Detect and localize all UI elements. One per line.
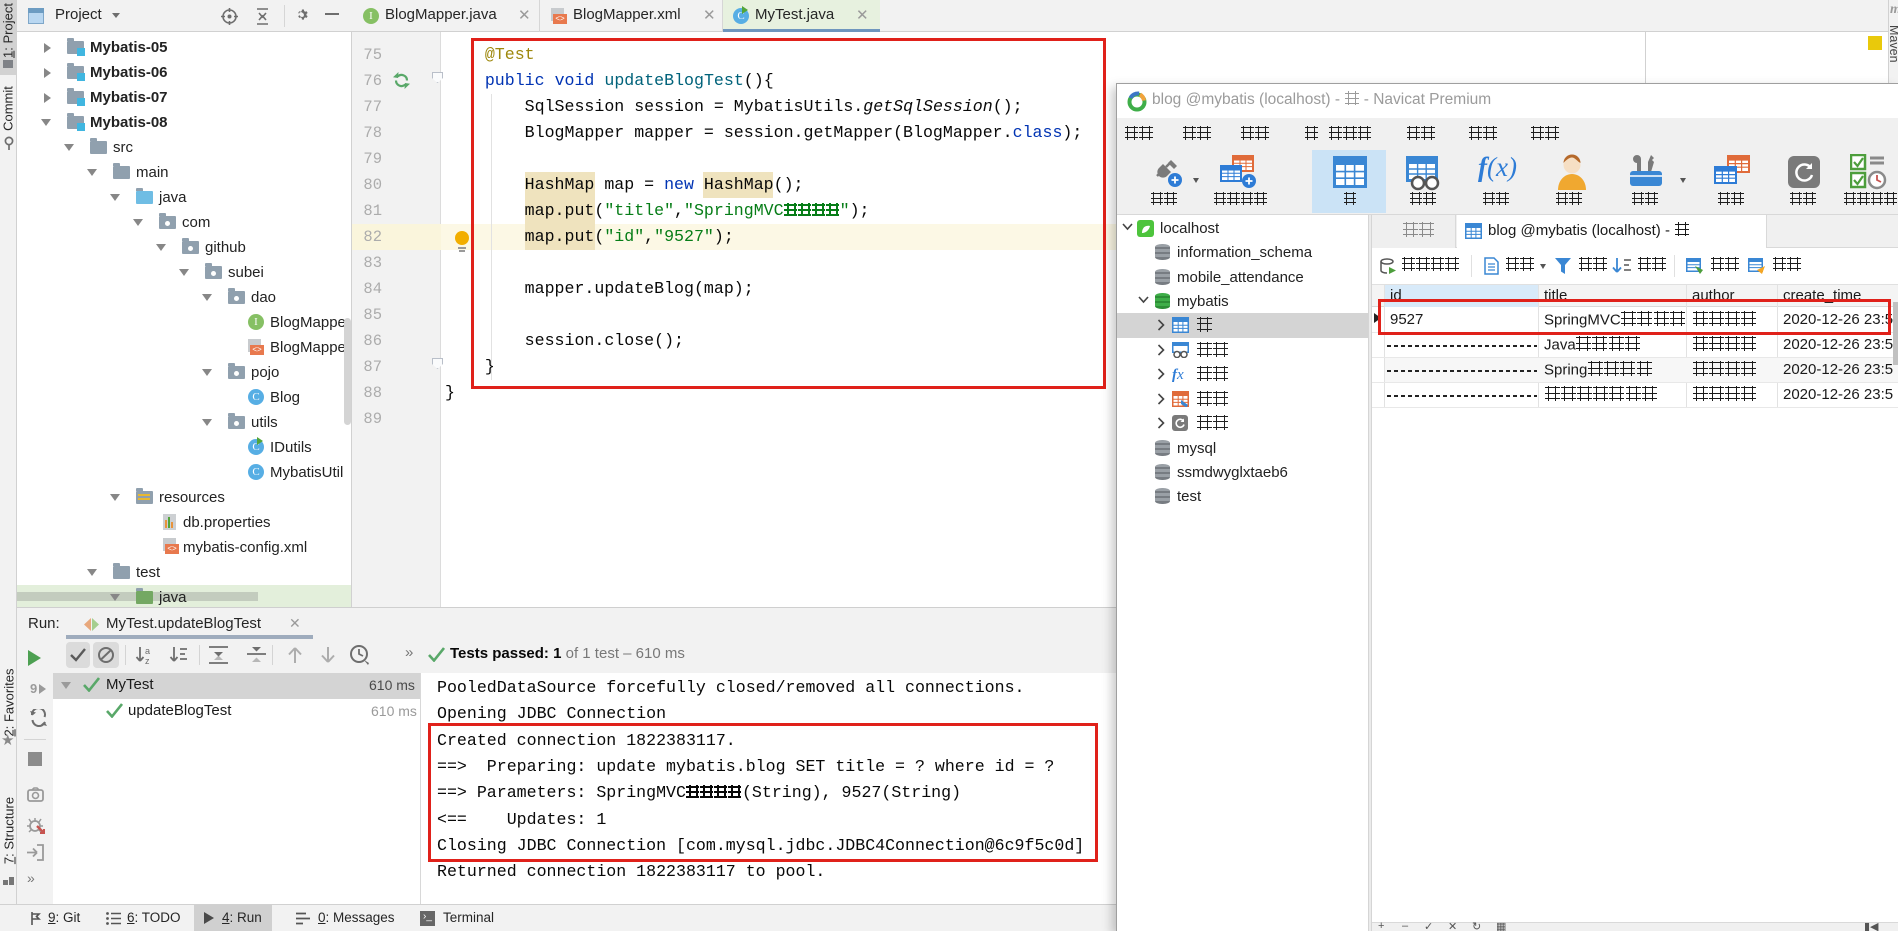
svg-text:a: a [145, 646, 150, 656]
svg-text:9: 9 [30, 681, 37, 696]
svg-text:z: z [145, 656, 150, 665]
